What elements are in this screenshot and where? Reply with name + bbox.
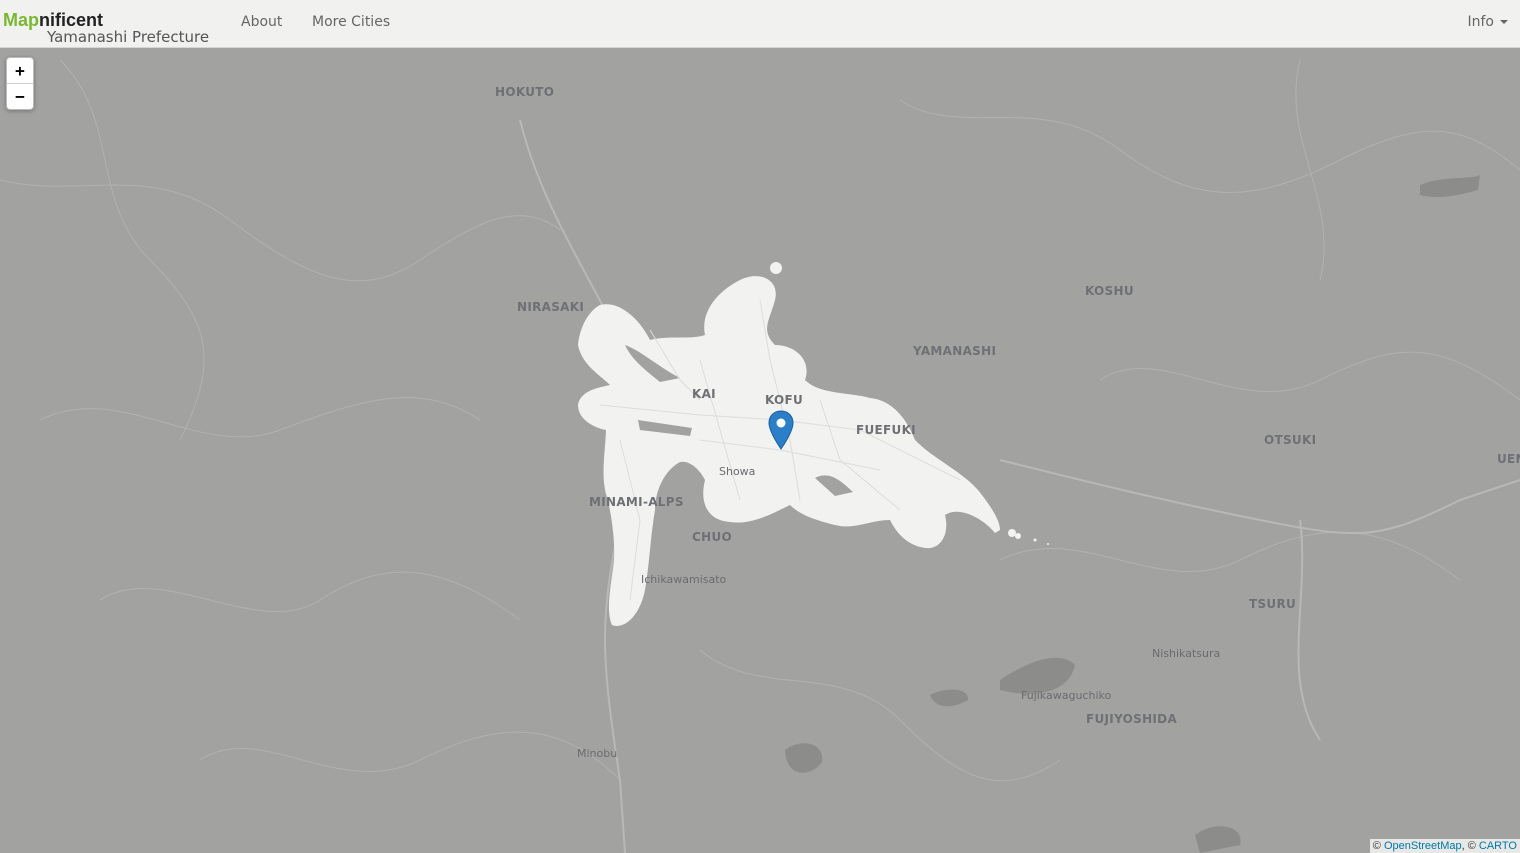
brand-prefix: Map: [3, 10, 39, 30]
town-label-showa: Showa: [719, 465, 756, 478]
attribution-prefix: ©: [1372, 840, 1384, 852]
city-label-nirasaki: NIRASAKI: [517, 300, 585, 314]
carto-link[interactable]: CARTO: [1479, 840, 1517, 852]
navbar: Mapnificent Yamanashi Prefecture About M…: [0, 0, 1520, 48]
caret-down-icon: [1500, 20, 1508, 24]
map-attribution: © OpenStreetMap, © CARTO: [1369, 839, 1520, 853]
city-label-minami-alps: MINAMI-ALPS: [589, 495, 684, 509]
zoom-in-button[interactable]: +: [7, 58, 33, 84]
town-label-minobu: Minobu: [577, 747, 618, 760]
city-label-tsuru: TSURU: [1249, 597, 1297, 611]
city-label-fujiyoshida: FUJIYOSHIDA: [1086, 712, 1178, 726]
info-dropdown-label: Info: [1467, 14, 1495, 30]
attribution-separator: , ©: [1461, 840, 1479, 852]
city-label-otsuki: OTSUKI: [1264, 433, 1317, 447]
city-label-fuefuki: FUEFUKI: [856, 423, 916, 437]
info-dropdown[interactable]: Info: [1467, 13, 1508, 31]
city-label-yamanashi: YAMANASHI: [913, 344, 997, 358]
nav-more-cities-link[interactable]: More Cities: [312, 13, 390, 31]
city-label-hokuto: HOKUTO: [495, 85, 555, 99]
town-label-nishikatsura: Nishikatsura: [1152, 647, 1221, 660]
brand-suffix: nificent: [39, 10, 104, 30]
map-canvas[interactable]: [0, 48, 1520, 853]
nav-about-link[interactable]: About: [241, 13, 282, 31]
zoom-control: + −: [6, 57, 34, 110]
region-title: Yamanashi Prefecture: [47, 28, 210, 46]
openstreetmap-link[interactable]: OpenStreetMap: [1384, 840, 1462, 852]
city-label-koshu: KOSHU: [1085, 284, 1134, 298]
zoom-out-button[interactable]: −: [7, 84, 33, 109]
location-pin-icon[interactable]: [768, 410, 794, 450]
city-label-chuo: CHUO: [692, 530, 732, 544]
city-label-kai: KAI: [692, 387, 716, 401]
map-tiles: [0, 48, 1520, 853]
town-label-fujikawaguchiko: Fujikawaguchiko: [1021, 689, 1112, 702]
town-label-ichikawamisato: Ichikawamisato: [641, 573, 727, 586]
city-label-uen: UEN: [1497, 452, 1520, 466]
city-label-kofu: KOFU: [765, 393, 804, 407]
